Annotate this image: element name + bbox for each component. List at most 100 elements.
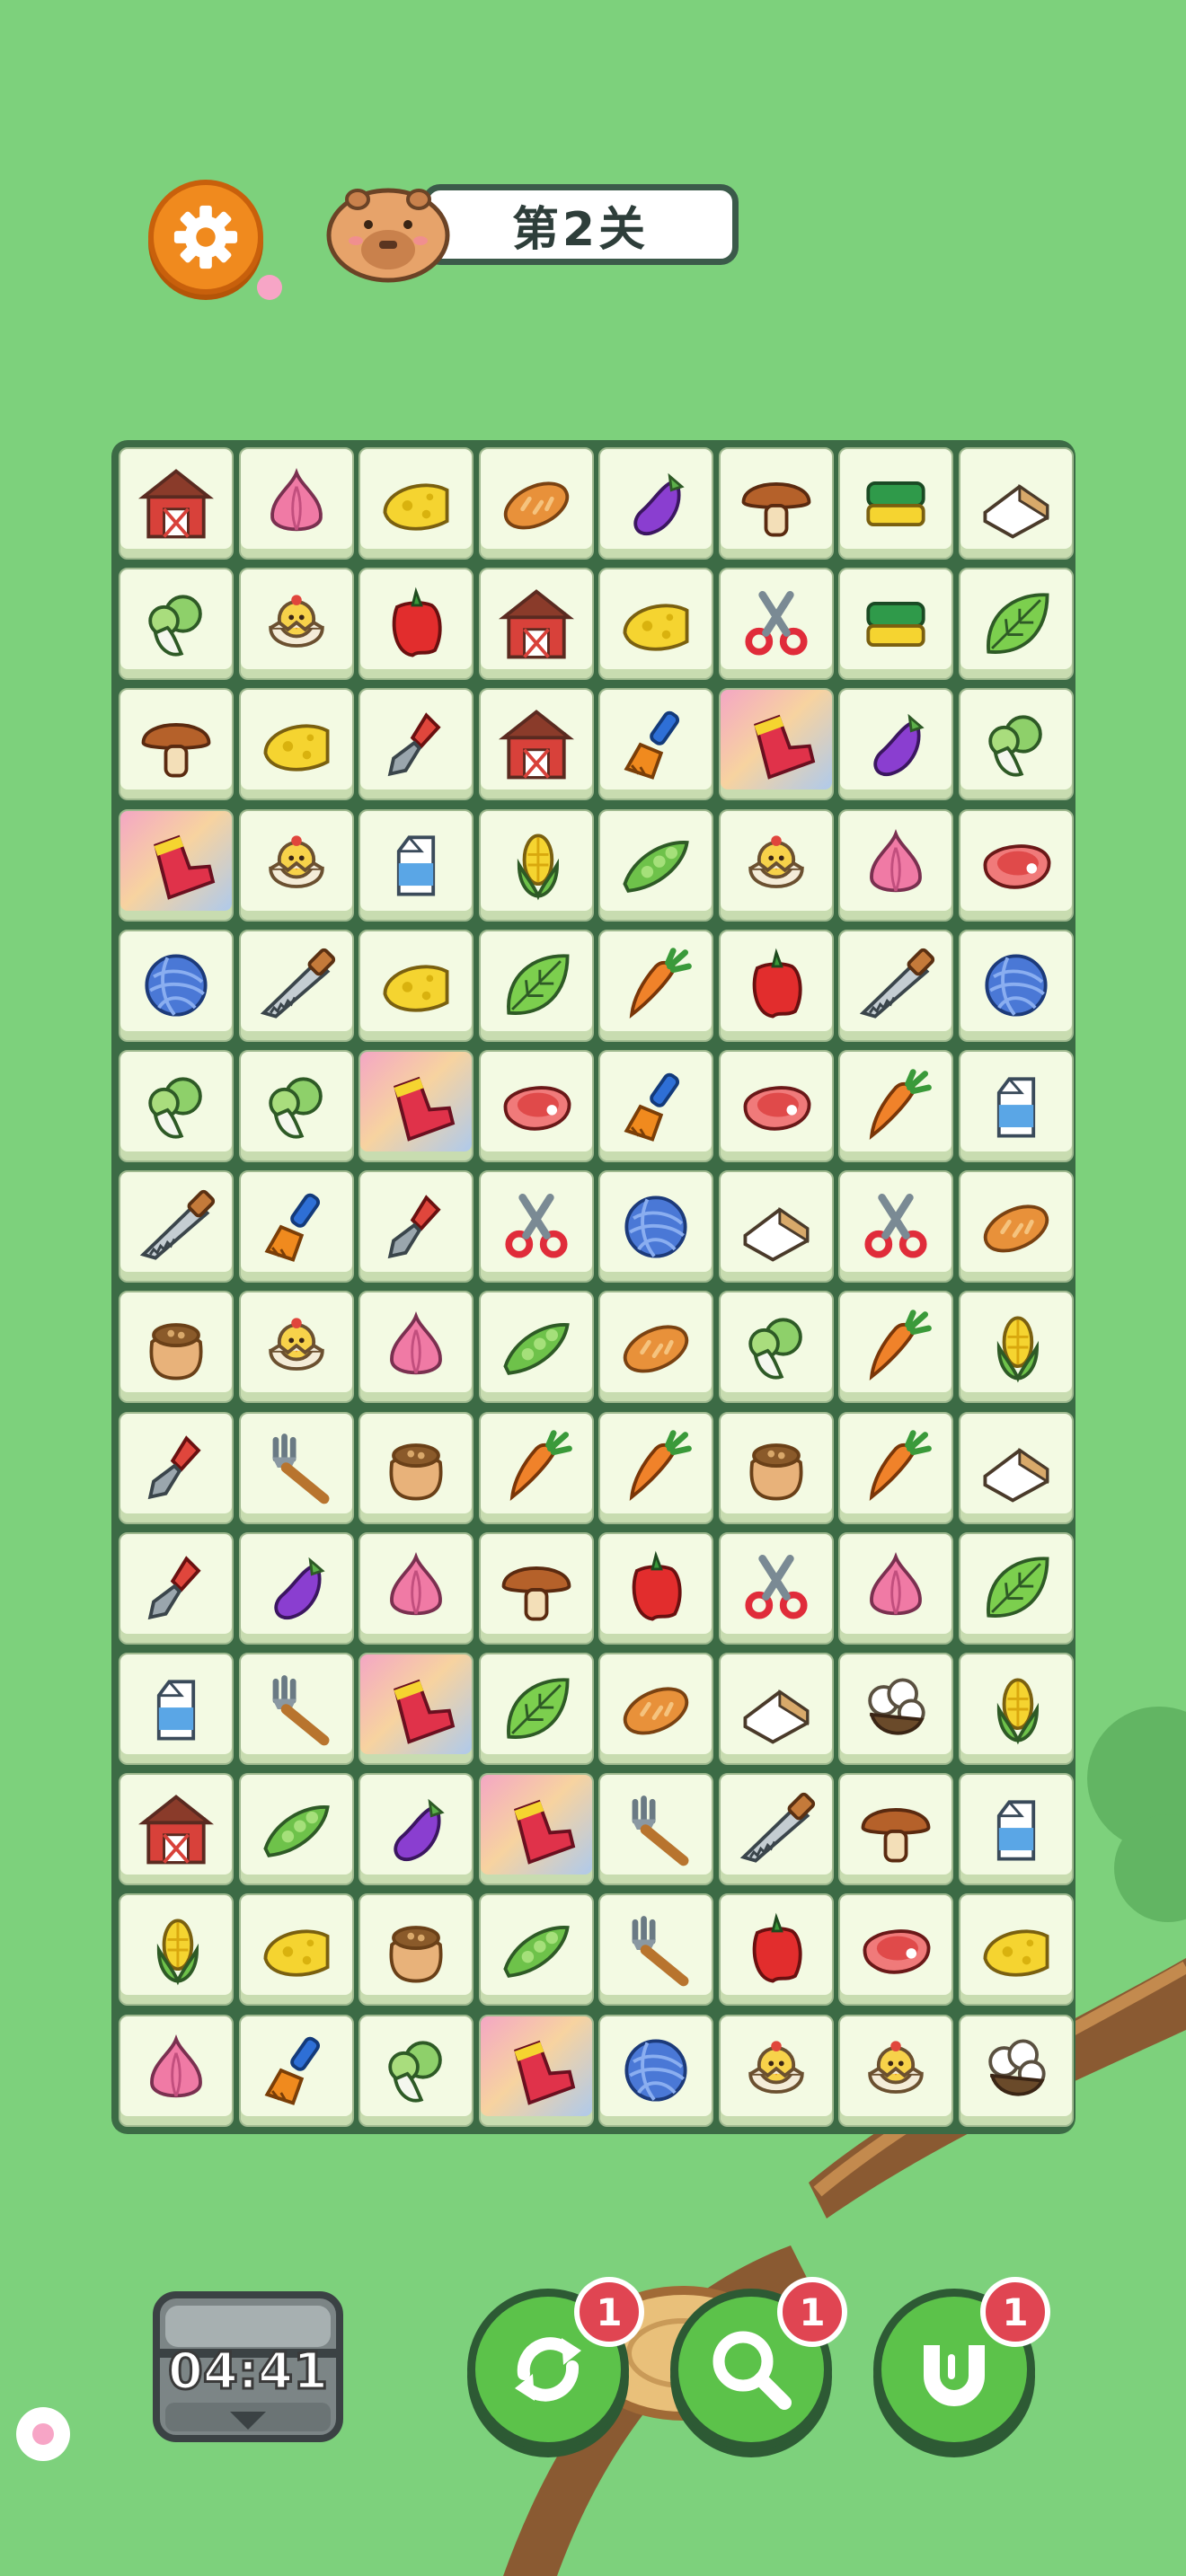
- tile-corn[interactable]: [478, 808, 594, 922]
- tile-mushroom[interactable]: [838, 1773, 953, 1886]
- tile-boot[interactable]: [478, 1773, 594, 1886]
- tile-leaf[interactable]: [958, 1531, 1074, 1645]
- tile-yarn[interactable]: [958, 929, 1074, 1042]
- tile-steak[interactable]: [838, 1893, 953, 2007]
- tile-cheese[interactable]: [238, 688, 354, 801]
- tile-barn[interactable]: [119, 447, 234, 560]
- tile-onion[interactable]: [119, 2014, 234, 2127]
- tile-toast[interactable]: [958, 447, 1074, 560]
- tile-steak[interactable]: [718, 1050, 834, 1162]
- tile-cheese[interactable]: [358, 447, 474, 560]
- tile-cabbage[interactable]: [358, 2014, 474, 2127]
- tile-milk[interactable]: [958, 1773, 1074, 1886]
- tile-eggplant[interactable]: [358, 1773, 474, 1886]
- tile-bread[interactable]: [598, 1653, 713, 1765]
- tile-trowel[interactable]: [119, 1531, 234, 1645]
- tile-cauliflower[interactable]: [958, 2014, 1074, 2127]
- tile-carrot[interactable]: [478, 1411, 594, 1524]
- tile-peas[interactable]: [478, 1291, 594, 1404]
- tile-sack[interactable]: [718, 1411, 834, 1524]
- tile-carrot[interactable]: [598, 1411, 713, 1524]
- tile-sack[interactable]: [119, 1291, 234, 1404]
- tile-onion[interactable]: [838, 808, 953, 922]
- hint-button[interactable]: 1: [670, 2277, 847, 2450]
- tile-barn[interactable]: [119, 1773, 234, 1886]
- tile-eggplant[interactable]: [598, 447, 713, 560]
- tile-saw[interactable]: [838, 929, 953, 1042]
- tile-cabbage[interactable]: [119, 568, 234, 681]
- tile-sack[interactable]: [358, 1893, 474, 2007]
- tile-brush[interactable]: [238, 1170, 354, 1284]
- tile-chick[interactable]: [838, 2014, 953, 2127]
- tile-fork[interactable]: [238, 1411, 354, 1524]
- tile-carrot[interactable]: [838, 1411, 953, 1524]
- tile-saw[interactable]: [238, 929, 354, 1042]
- tile-brush[interactable]: [238, 2014, 354, 2127]
- tile-mushroom[interactable]: [718, 447, 834, 560]
- tile-onion[interactable]: [358, 1291, 474, 1404]
- magnet-button[interactable]: 1: [873, 2277, 1050, 2450]
- tile-corn[interactable]: [119, 1893, 234, 2007]
- tile-boot[interactable]: [119, 808, 234, 922]
- tile-toast[interactable]: [958, 1411, 1074, 1524]
- tile-trowel[interactable]: [358, 688, 474, 801]
- tile-brush[interactable]: [598, 688, 713, 801]
- tile-shears[interactable]: [478, 1170, 594, 1284]
- tile-yarn[interactable]: [598, 2014, 713, 2127]
- tile-cheese[interactable]: [238, 1893, 354, 2007]
- tile-chick[interactable]: [238, 1291, 354, 1404]
- tile-trowel[interactable]: [358, 1170, 474, 1284]
- tile-eggplant[interactable]: [838, 688, 953, 801]
- tile-corn[interactable]: [958, 1653, 1074, 1765]
- tile-peas[interactable]: [238, 1773, 354, 1886]
- tile-milk[interactable]: [958, 1050, 1074, 1162]
- tile-shears[interactable]: [718, 1531, 834, 1645]
- tile-chick[interactable]: [718, 2014, 834, 2127]
- tile-eggplant[interactable]: [238, 1531, 354, 1645]
- tile-carrot[interactable]: [598, 929, 713, 1042]
- tile-chick[interactable]: [238, 568, 354, 681]
- tile-shears[interactable]: [838, 1170, 953, 1284]
- tile-corn[interactable]: [958, 1291, 1074, 1404]
- tile-yarn[interactable]: [598, 1170, 713, 1284]
- tile-saw[interactable]: [718, 1773, 834, 1886]
- settings-button[interactable]: [148, 180, 263, 295]
- tile-pepper[interactable]: [358, 568, 474, 681]
- tile-fork[interactable]: [238, 1653, 354, 1765]
- tile-shears[interactable]: [718, 568, 834, 681]
- tile-leaf[interactable]: [478, 1653, 594, 1765]
- tile-onion[interactable]: [358, 1531, 474, 1645]
- tile-yarn[interactable]: [119, 929, 234, 1042]
- tile-mushroom[interactable]: [478, 1531, 594, 1645]
- tile-cabbage[interactable]: [238, 1050, 354, 1162]
- tile-onion[interactable]: [838, 1531, 953, 1645]
- tile-sponge[interactable]: [838, 447, 953, 560]
- tile-peas[interactable]: [598, 808, 713, 922]
- tile-steak[interactable]: [958, 808, 1074, 922]
- tile-cheese[interactable]: [598, 568, 713, 681]
- tile-steak[interactable]: [478, 1050, 594, 1162]
- tile-bread[interactable]: [598, 1291, 713, 1404]
- tile-milk[interactable]: [119, 1653, 234, 1765]
- tile-bread[interactable]: [958, 1170, 1074, 1284]
- tile-cheese[interactable]: [358, 929, 474, 1042]
- tile-toast[interactable]: [718, 1653, 834, 1765]
- tile-mushroom[interactable]: [119, 688, 234, 801]
- tile-toast[interactable]: [718, 1170, 834, 1284]
- tile-trowel[interactable]: [119, 1411, 234, 1524]
- tile-bread[interactable]: [478, 447, 594, 560]
- tile-brush[interactable]: [598, 1050, 713, 1162]
- tile-fork[interactable]: [598, 1893, 713, 2007]
- tile-milk[interactable]: [358, 808, 474, 922]
- tile-cheese[interactable]: [958, 1893, 1074, 2007]
- tile-carrot[interactable]: [838, 1050, 953, 1162]
- tile-barn[interactable]: [478, 688, 594, 801]
- tile-sponge[interactable]: [838, 568, 953, 681]
- tile-fork[interactable]: [598, 1773, 713, 1886]
- tile-peas[interactable]: [478, 1893, 594, 2007]
- tile-cabbage[interactable]: [119, 1050, 234, 1162]
- tile-boot[interactable]: [358, 1050, 474, 1162]
- tile-pepper[interactable]: [598, 1531, 713, 1645]
- tile-cauliflower[interactable]: [838, 1653, 953, 1765]
- tile-carrot[interactable]: [838, 1291, 953, 1404]
